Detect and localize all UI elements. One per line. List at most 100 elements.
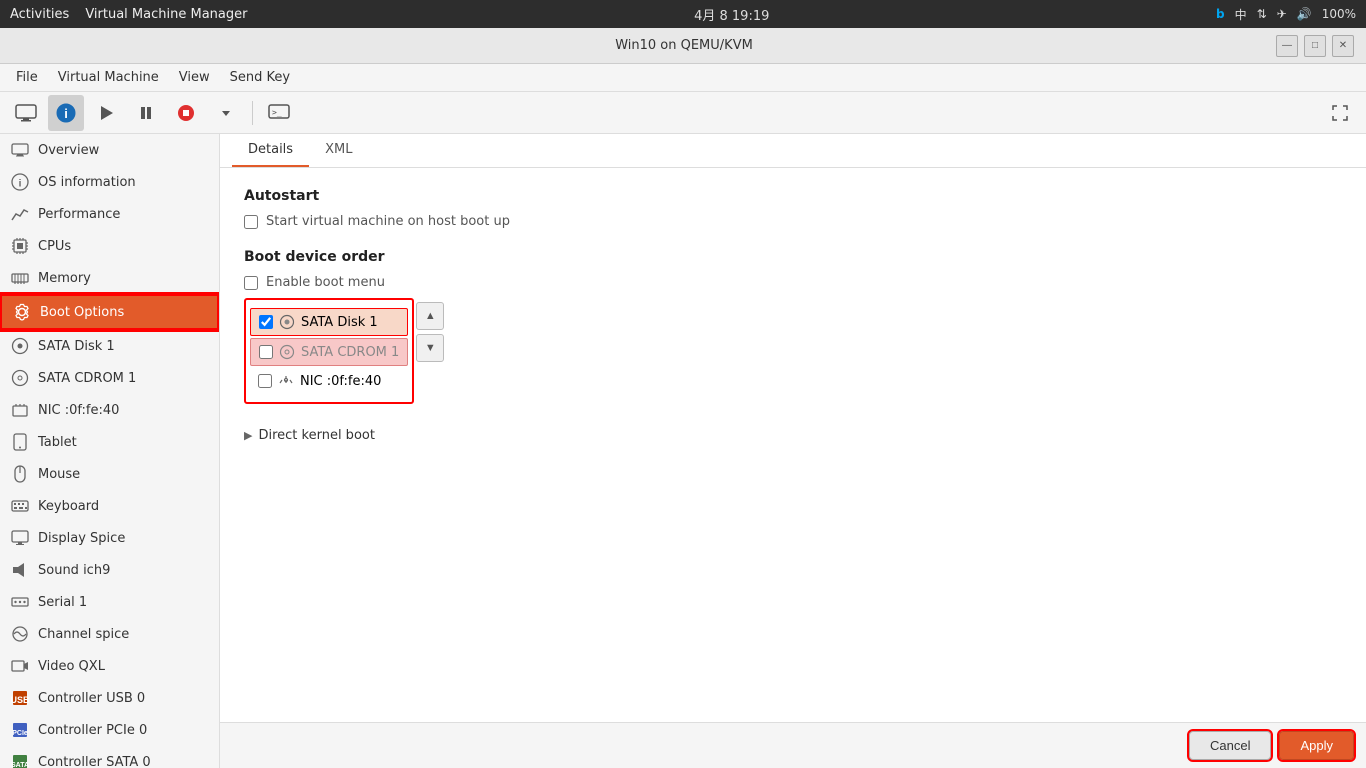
menu-file[interactable]: File — [8, 67, 46, 88]
boot-move-up-button[interactable]: ▲ — [416, 302, 444, 330]
apply-button[interactable]: Apply — [1279, 731, 1354, 760]
sidebar-channel-spice-label: Channel spice — [38, 627, 129, 642]
toolbar-separator — [252, 101, 253, 125]
svg-text:SATA: SATA — [11, 762, 29, 768]
enable-boot-menu-checkbox[interactable] — [244, 276, 258, 290]
boot-device-order-title: Boot device order — [244, 249, 1342, 265]
sidebar-item-cpus[interactable]: CPUs — [0, 230, 219, 262]
toolbar-dropdown-button[interactable] — [208, 95, 244, 131]
performance-icon — [10, 204, 30, 224]
sidebar-item-sound[interactable]: Sound ich9 — [0, 554, 219, 586]
toolbar-console-button[interactable]: >_ — [261, 95, 297, 131]
sidebar-item-sata-disk[interactable]: SATA Disk 1 — [0, 330, 219, 362]
sidebar-item-nic[interactable]: NIC :0f:fe:40 — [0, 394, 219, 426]
bing-icon: b — [1216, 7, 1225, 21]
main-body: Overview i OS information Performance — [0, 134, 1366, 768]
autostart-label[interactable]: Start virtual machine on host boot up — [266, 214, 510, 229]
cpu-icon — [10, 236, 30, 256]
cancel-button[interactable]: Cancel — [1189, 731, 1271, 760]
sidebar-controller-pcie0-label: Controller PCIe 0 — [38, 723, 147, 738]
toolbar-stop-button[interactable] — [168, 95, 204, 131]
svg-text:i: i — [64, 106, 68, 121]
close-button[interactable]: ✕ — [1332, 35, 1354, 57]
sidebar-item-channel-spice[interactable]: Channel spice — [0, 618, 219, 650]
boot-item-sata-disk[interactable]: SATA Disk 1 — [250, 308, 408, 336]
keyboard-icon — [10, 496, 30, 516]
toolbar-fullscreen-button[interactable] — [1322, 95, 1358, 131]
sidebar-item-mouse[interactable]: Mouse — [0, 458, 219, 490]
plane-icon: ✈ — [1277, 7, 1287, 21]
svg-text:i: i — [19, 179, 22, 190]
topbar: Activities Virtual Machine Manager 4月 8 … — [0, 0, 1366, 28]
sidebar-performance-label: Performance — [38, 207, 120, 222]
sidebar-item-os-info[interactable]: i OS information — [0, 166, 219, 198]
boot-nic-label: NIC :0f:fe:40 — [300, 374, 381, 389]
toolbar-run-button[interactable] — [88, 95, 124, 131]
pcie-icon: PCIe — [10, 720, 30, 740]
enable-boot-menu-label[interactable]: Enable boot menu — [266, 275, 385, 290]
boot-list-area: SATA Disk 1 SATA CDROM 1 — [244, 298, 1342, 404]
boot-cdrom-label: SATA CDROM 1 — [301, 345, 399, 360]
serial-icon — [10, 592, 30, 612]
maximize-button[interactable]: □ — [1304, 35, 1326, 57]
sidebar-item-video-qxl[interactable]: Video QXL — [0, 650, 219, 682]
boot-cdrom-icon — [279, 344, 295, 360]
boot-disk-checkbox[interactable] — [259, 315, 273, 329]
cdrom-icon — [10, 368, 30, 388]
video-icon — [10, 656, 30, 676]
sidebar-mouse-label: Mouse — [38, 467, 80, 482]
titlebar: Win10 on QEMU/KVM — □ ✕ — [0, 28, 1366, 64]
lang-label[interactable]: 中 — [1235, 6, 1247, 23]
direct-kernel-header[interactable]: ▶ Direct kernel boot — [244, 428, 1342, 443]
sidebar-item-controller-sata0[interactable]: SATA Controller SATA 0 — [0, 746, 219, 768]
sidebar-item-overview[interactable]: Overview — [0, 134, 219, 166]
tabs-bar: Details XML — [220, 134, 1366, 168]
network-icon: ⇅ — [1257, 7, 1267, 21]
sidebar-sound-label: Sound ich9 — [38, 563, 110, 578]
toolbar-pause-button[interactable] — [128, 95, 164, 131]
sata-icon: SATA — [10, 752, 30, 768]
app-name-label: Virtual Machine Manager — [85, 7, 247, 22]
minimize-button[interactable]: — — [1276, 35, 1298, 57]
sidebar-cpus-label: CPUs — [38, 239, 71, 254]
boot-cdrom-checkbox[interactable] — [259, 345, 273, 359]
topbar-left: Activities Virtual Machine Manager — [10, 7, 247, 22]
sidebar-memory-label: Memory — [38, 271, 91, 286]
menu-virtual-machine[interactable]: Virtual Machine — [50, 67, 167, 88]
boot-nic-checkbox[interactable] — [258, 374, 272, 388]
boot-item-nic[interactable]: NIC :0f:fe:40 — [250, 368, 408, 394]
mouse-icon — [10, 464, 30, 484]
sidebar-sata-cdrom-label: SATA CDROM 1 — [38, 371, 136, 386]
menu-view[interactable]: View — [171, 67, 218, 88]
sidebar-item-sata-cdrom[interactable]: SATA CDROM 1 — [0, 362, 219, 394]
menu-send-key[interactable]: Send Key — [222, 67, 298, 88]
sidebar-item-display-spice[interactable]: Display Spice — [0, 522, 219, 554]
sidebar-item-performance[interactable]: Performance — [0, 198, 219, 230]
sidebar-item-serial1[interactable]: Serial 1 — [0, 586, 219, 618]
activities-label[interactable]: Activities — [10, 7, 69, 22]
enable-boot-menu-row: Enable boot menu — [244, 275, 1342, 290]
tab-xml[interactable]: XML — [309, 134, 368, 167]
boot-disk-icon — [279, 314, 295, 330]
sidebar-item-boot-options[interactable]: Boot Options — [0, 294, 219, 330]
toolbar-info-button[interactable]: i — [48, 95, 84, 131]
bottom-bar: Cancel Apply — [220, 722, 1366, 768]
disk-icon — [10, 336, 30, 356]
boot-disk-label: SATA Disk 1 — [301, 315, 378, 330]
sidebar-boot-options-label: Boot Options — [40, 305, 124, 320]
sidebar-item-keyboard[interactable]: Keyboard — [0, 490, 219, 522]
boot-move-down-button[interactable]: ▼ — [416, 334, 444, 362]
sidebar: Overview i OS information Performance — [0, 134, 220, 768]
autostart-row: Start virtual machine on host boot up — [244, 214, 1342, 229]
sidebar-item-memory[interactable]: Memory — [0, 262, 219, 294]
tab-details[interactable]: Details — [232, 134, 309, 167]
boot-item-sata-cdrom[interactable]: SATA CDROM 1 — [250, 338, 408, 366]
sidebar-item-tablet[interactable]: Tablet — [0, 426, 219, 458]
volume-icon: 🔊 — [1297, 7, 1312, 21]
tablet-icon — [10, 432, 30, 452]
sidebar-nic-label: NIC :0f:fe:40 — [38, 403, 119, 418]
sidebar-item-controller-usb0[interactable]: USB Controller USB 0 — [0, 682, 219, 714]
toolbar-screen-button[interactable] — [8, 95, 44, 131]
sidebar-item-controller-pcie0[interactable]: PCIe Controller PCIe 0 — [0, 714, 219, 746]
autostart-checkbox[interactable] — [244, 215, 258, 229]
